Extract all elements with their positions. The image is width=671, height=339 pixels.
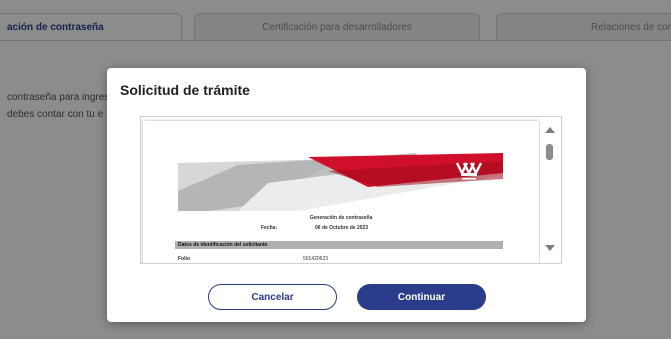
dialog-title: Solicitud de trámite (120, 82, 250, 98)
document-viewer[interactable]: Generación de contraseña Fecha: 06 de Oc… (140, 116, 562, 264)
document-heading: Generación de contraseña (309, 215, 373, 221)
section-header: Datos de identificación del solicitante (175, 241, 503, 249)
cancel-button[interactable]: Cancelar (208, 284, 337, 310)
fecha-value: 06 de Octubre de 2023 (315, 225, 369, 231)
solicitud-dialog: Solicitud de trámite Generación de contr… (107, 68, 586, 322)
folio-value: 501420623 (303, 256, 329, 262)
fecha-label: Fecha: (261, 225, 278, 231)
document-page: Generación de contraseña Fecha: 06 de Oc… (143, 121, 539, 263)
continue-button[interactable]: Continuar (357, 284, 486, 310)
infonavit-logo-icon (455, 162, 483, 180)
triangle-down-icon[interactable] (545, 245, 555, 251)
triangle-up-icon[interactable] (545, 127, 555, 133)
folio-label: Folio (178, 256, 190, 262)
document-scrollbar[interactable] (540, 117, 561, 263)
scrollbar-thumb[interactable] (546, 144, 553, 160)
